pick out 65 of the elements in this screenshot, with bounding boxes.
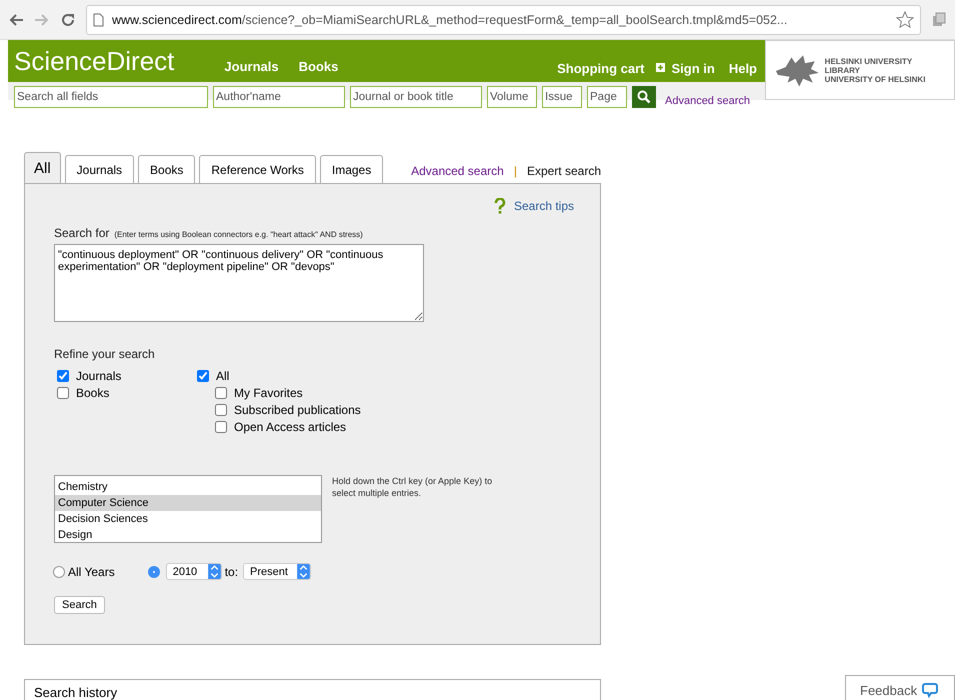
url-text: www.sciencedirect.com/science?_ob=MiamiSearchURL&_method=requestForm&_temp=all_boolSearch.tmpl&md5=052... (112, 12, 788, 26)
library-name: UNIVERSITY OF HELSINKI (824, 74, 926, 84)
search-mode-link[interactable]: Expert search (526, 164, 601, 178)
checkbox[interactable] (197, 370, 209, 382)
library-logo[interactable]: HELSINKI UNIVERSITY LIBRARY UNIVERSITY OF HELSINKI (765, 40, 955, 100)
list-option[interactable]: Computer Science (55, 495, 321, 511)
checkbox-label: My Favorites (234, 386, 303, 400)
list-option[interactable]: Design (55, 527, 321, 542)
search-tips-link[interactable]: Search tips (514, 199, 574, 213)
extension-icon[interactable] (931, 12, 947, 28)
checkbox[interactable] (57, 386, 69, 398)
checkbox-label: Books (76, 386, 110, 400)
stepper-icon (297, 564, 310, 579)
help-icon (494, 198, 506, 214)
search-field[interactable]: Page (587, 86, 627, 108)
tab[interactable]: Images (320, 155, 384, 183)
checkbox[interactable] (215, 386, 227, 398)
search-for-label: Search for (54, 226, 110, 240)
search-mode-link[interactable]: Advanced search (411, 164, 504, 178)
advanced-search-link[interactable]: Advanced search (665, 95, 750, 107)
subject-list[interactable]: Chemistry Computer Science Decision Sciences Design (54, 475, 322, 543)
search-hint: (Enter terms using Boolean connectors e.g. "heart attack" AND stress) (114, 230, 363, 239)
address-bar[interactable]: www.sciencedirect.com/science?_ob=MiamiSearchURL&_method=requestForm&_temp=all_boolSearch.tmpl&md5=052... (86, 4, 921, 34)
search-button[interactable]: Search (54, 596, 105, 614)
page-icon (93, 12, 104, 26)
query-field[interactable]: "continuous deployment" OR "continuous delivery" OR "continuous experimentation" OR "deployment pipeline" OR "devops" (54, 244, 424, 322)
tab[interactable]: Journals (64, 155, 134, 183)
separator: | (514, 164, 517, 178)
year-select[interactable]: Present (243, 563, 312, 580)
library-name: HELSINKI UNIVERSITY LIBRARY (824, 56, 914, 74)
radio-button[interactable] (148, 566, 160, 578)
multi-select-hint: Hold down the Ctrl key (or Apple Key) to select multiple entries. (332, 475, 494, 500)
tab[interactable]: Books (138, 155, 196, 183)
radio-button[interactable] (53, 566, 65, 578)
back-icon[interactable] (8, 12, 24, 26)
tab[interactable]: Reference Works (199, 155, 316, 183)
search-field[interactable]: Search all fields (14, 86, 208, 108)
checkbox-label: Journals (76, 368, 122, 382)
list-option[interactable]: Chemistry (55, 479, 321, 495)
checkbox[interactable] (215, 404, 227, 416)
search-history-title: Search history (34, 685, 118, 700)
search-field[interactable]: Issue (542, 86, 582, 108)
search-field[interactable]: Journal or book title (350, 86, 482, 108)
search-button[interactable] (632, 86, 656, 108)
refine-label: Refine your search (54, 347, 156, 361)
search-field[interactable]: Volume (487, 86, 537, 108)
list-option[interactable]: Decision Sciences (55, 511, 321, 527)
star-icon[interactable] (896, 10, 914, 28)
checkbox[interactable] (57, 370, 69, 382)
stepper-icon (208, 564, 221, 579)
checkbox[interactable] (215, 420, 227, 432)
search-icon (637, 90, 651, 104)
speech-bubble-icon (922, 682, 938, 698)
reload-icon[interactable] (60, 12, 76, 28)
tab[interactable]: All (24, 152, 61, 183)
checkbox-label: Subscribed publications (234, 402, 361, 416)
checkbox-label: Open Access articles (234, 420, 346, 434)
library-emblem-icon (774, 53, 819, 87)
to-label: to: (224, 564, 238, 578)
checkbox-label: All (216, 368, 230, 382)
plus-icon (656, 63, 666, 72)
year-select[interactable]: 2010 (166, 563, 222, 580)
radio-label: All Years (68, 564, 115, 578)
search-field[interactable]: Author'name (213, 86, 345, 108)
feedback-button[interactable]: Feedback (845, 675, 955, 700)
